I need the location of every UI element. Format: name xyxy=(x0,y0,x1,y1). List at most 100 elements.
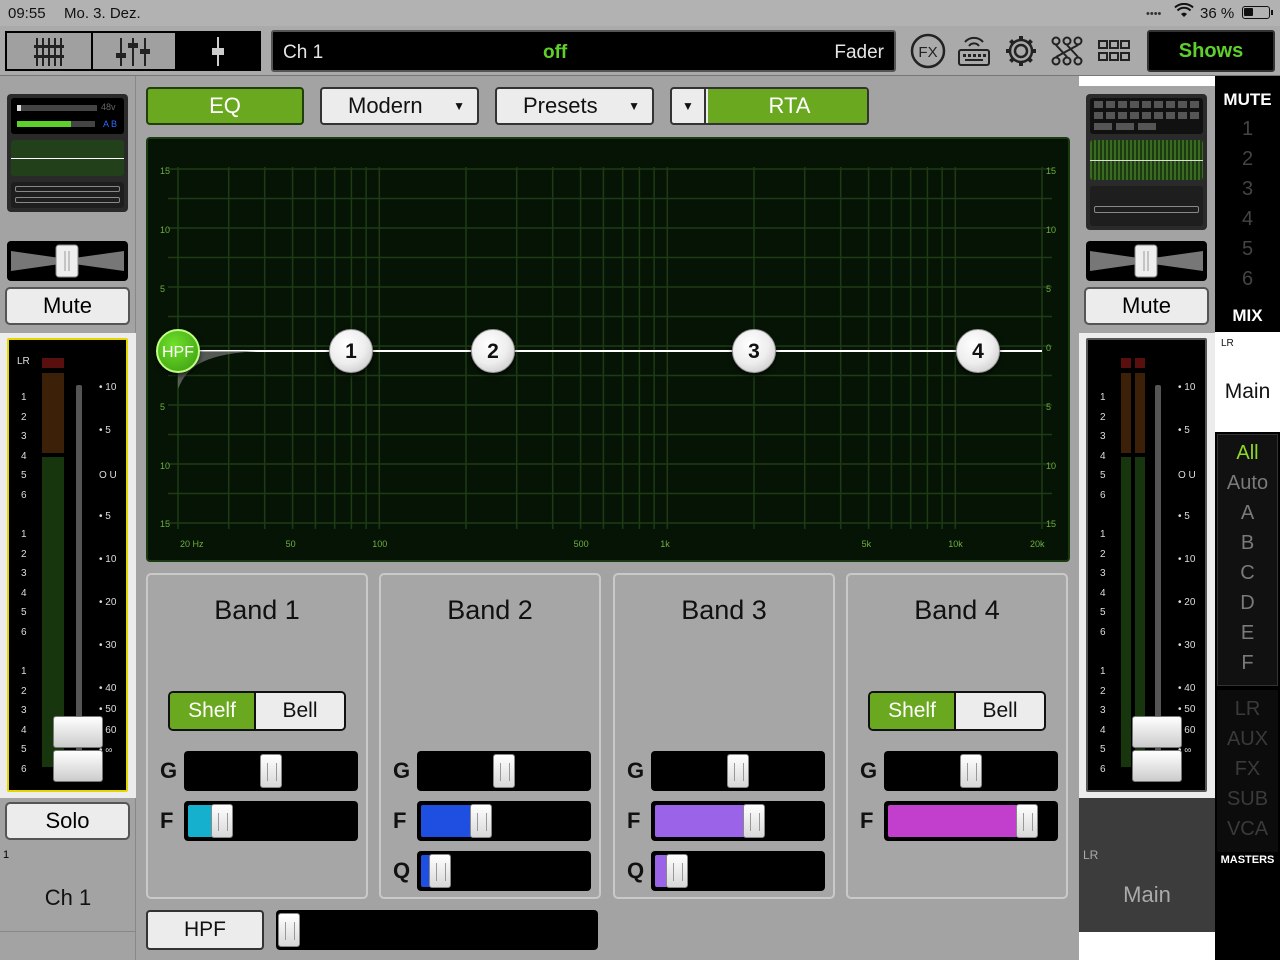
pan-slider[interactable] xyxy=(7,241,128,281)
q-slider-thumb[interactable] xyxy=(429,854,451,888)
shelf-button[interactable]: Shelf xyxy=(170,693,256,729)
routing-matrix-icon[interactable] xyxy=(1048,32,1086,70)
mute-group-2[interactable]: 2 xyxy=(1215,148,1280,171)
band-2-node[interactable]: 2 xyxy=(471,329,515,373)
main-name-panel[interactable]: LR Main xyxy=(1079,798,1215,932)
meter-number: 1 xyxy=(21,392,27,403)
filter-d[interactable]: D xyxy=(1215,592,1280,615)
bell-button[interactable]: Bell xyxy=(256,693,344,729)
settings-gear-icon[interactable] xyxy=(1002,32,1040,70)
band-4-node[interactable]: 4 xyxy=(956,329,1000,373)
frequency-label: F xyxy=(160,808,174,833)
main-overview[interactable] xyxy=(1086,94,1207,230)
main-eq-thumbnail xyxy=(1090,140,1203,180)
shows-button[interactable]: Shows xyxy=(1147,30,1275,72)
filter-auto[interactable]: Auto xyxy=(1215,472,1280,495)
filter-all[interactable]: All xyxy=(1215,442,1280,465)
frequency-slider[interactable] xyxy=(651,801,825,841)
mute-button[interactable]: Mute xyxy=(5,287,130,325)
type-vca[interactable]: VCA xyxy=(1215,818,1280,841)
eq-mode-dropdown[interactable]: Modern ▼ xyxy=(320,87,479,125)
type-sub[interactable]: SUB xyxy=(1215,788,1280,811)
filter-e[interactable]: E xyxy=(1215,622,1280,645)
eq-graph[interactable]: 151510105500551010151520 Hz501005001k5k1… xyxy=(146,137,1070,562)
shelf-button[interactable]: Shelf xyxy=(870,693,956,729)
mixer-view-button[interactable] xyxy=(7,33,93,69)
grid-layout-icon[interactable] xyxy=(1095,32,1133,70)
wireless-keyboard-icon[interactable] xyxy=(955,32,993,70)
mix-title: MIX xyxy=(1232,306,1263,325)
main-mute-button[interactable]: Mute xyxy=(1084,287,1209,325)
filter-f[interactable]: F xyxy=(1215,652,1280,675)
rta-dropdown-chevron-icon[interactable]: ▼ xyxy=(672,89,706,123)
channel-number: 1 xyxy=(3,849,10,861)
main-balance-slider[interactable] xyxy=(1086,241,1207,281)
frequency-slider-thumb[interactable] xyxy=(470,804,492,838)
gain-slider[interactable] xyxy=(184,751,358,791)
meter-number: 4 xyxy=(21,450,27,462)
gain-slider-thumb[interactable] xyxy=(960,754,982,788)
band-1-node[interactable]: 1 xyxy=(329,329,373,373)
meter-number: 5 xyxy=(21,744,27,755)
mute-group-1[interactable]: 1 xyxy=(1215,118,1280,141)
frequency-fill xyxy=(655,805,753,837)
hpf-slider-thumb[interactable] xyxy=(278,913,300,947)
mute-group-6[interactable]: 6 xyxy=(1215,268,1280,291)
mute-group-5[interactable]: 5 xyxy=(1215,238,1280,261)
single-fader-view-button[interactable] xyxy=(177,33,259,69)
fx-icon[interactable]: FX xyxy=(909,32,947,70)
rta-toggle-button[interactable]: RTA xyxy=(708,89,867,123)
band-3-node[interactable]: 3 xyxy=(732,329,776,373)
filter-c[interactable]: C xyxy=(1215,562,1280,585)
channel-overview[interactable]: 48v A B xyxy=(7,94,128,212)
frequency-slider-thumb[interactable] xyxy=(1016,804,1038,838)
gain-slider[interactable] xyxy=(417,751,591,791)
bell-button[interactable]: Bell xyxy=(956,693,1044,729)
band-panel-4: Band 4 Shelf Bell G F xyxy=(846,573,1068,899)
hpf-toggle-button[interactable]: HPF xyxy=(146,910,264,950)
frequency-slider[interactable] xyxy=(417,801,591,841)
hpf-frequency-slider[interactable] xyxy=(276,910,598,950)
frequency-slider[interactable] xyxy=(184,801,358,841)
hpf-node[interactable]: HPF xyxy=(156,329,200,373)
eq-mode-label: Modern xyxy=(348,93,423,118)
gain-slider-thumb[interactable] xyxy=(260,754,282,788)
meter-number: 6 xyxy=(1100,626,1106,638)
meter-scale-tick: • 40 xyxy=(99,683,117,694)
mute-group-4[interactable]: 4 xyxy=(1215,208,1280,231)
filter-b[interactable]: B xyxy=(1215,532,1280,555)
main-fader[interactable]: 1 2 3 4 5 6 1 2 3 4 5 6 1 2 3 4 5 6 • 10 • 5 O U • 5 • 10 • 20… xyxy=(1086,338,1207,792)
q-slider[interactable] xyxy=(651,851,825,891)
channel-selector[interactable]: Ch 1 off Fader xyxy=(271,30,896,72)
gain-slider-thumb[interactable] xyxy=(493,754,515,788)
solo-button[interactable]: Solo xyxy=(5,802,130,840)
gain-slider[interactable] xyxy=(651,751,825,791)
meter-number: 6 xyxy=(1100,489,1106,501)
mix-selection[interactable]: LR Main xyxy=(1215,332,1280,432)
presets-dropdown[interactable]: Presets ▼ xyxy=(495,87,654,125)
eq-view-button[interactable] xyxy=(93,33,177,69)
filter-a[interactable]: A xyxy=(1215,502,1280,525)
eq-toggle-button[interactable]: EQ xyxy=(146,87,304,125)
gain-slider[interactable] xyxy=(884,751,1058,791)
q-slider[interactable] xyxy=(417,851,591,891)
type-fx[interactable]: FX xyxy=(1215,758,1280,781)
frequency-label: F xyxy=(393,808,407,833)
channel-name-label[interactable]: Ch 1 xyxy=(0,864,136,932)
frequency-slider-thumb[interactable] xyxy=(743,804,765,838)
frequency-slider-thumb[interactable] xyxy=(211,804,233,838)
band-shape-toggle[interactable]: Shelf Bell xyxy=(168,691,346,731)
type-aux[interactable]: AUX xyxy=(1215,728,1280,751)
mute-group-3[interactable]: 3 xyxy=(1215,178,1280,201)
frequency-slider[interactable] xyxy=(884,801,1058,841)
gain-label: G xyxy=(393,758,411,783)
gain-slider-thumb[interactable] xyxy=(727,754,749,788)
main-fader-cap[interactable] xyxy=(1132,716,1182,748)
gain-label: G xyxy=(627,758,645,783)
q-slider-thumb[interactable] xyxy=(666,854,688,888)
fader-cap[interactable] xyxy=(53,716,103,748)
band-shape-toggle[interactable]: Shelf Bell xyxy=(868,691,1046,731)
type-lr[interactable]: LR xyxy=(1215,698,1280,721)
channel-fader[interactable]: LR 1 2 3 4 5 6 1 2 3 4 5 6 1 2 3 4 5 6 • 10 • 5 O U • 5 • 10 •… xyxy=(7,338,128,792)
meter-number: 6 xyxy=(1100,763,1106,775)
